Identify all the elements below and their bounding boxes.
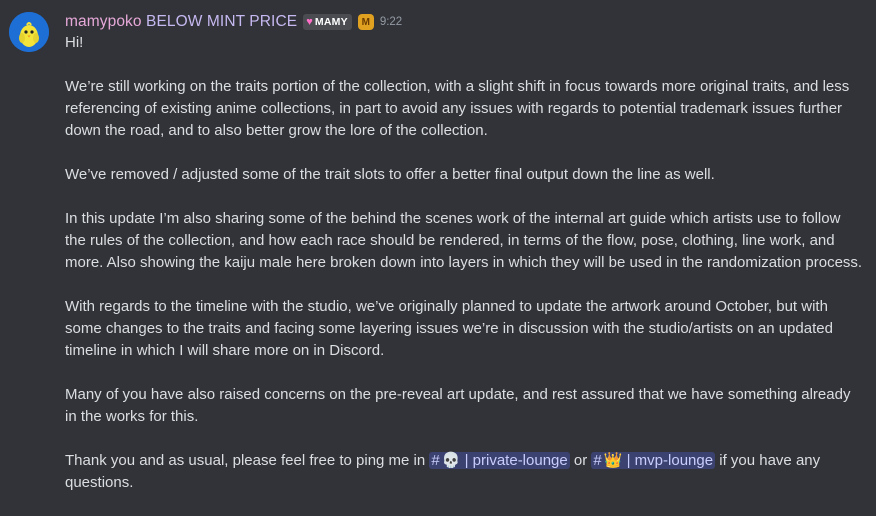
heart-icon: ♥ [306,16,313,28]
message-paragraph: With regards to the timeline with the st… [65,298,838,359]
message-paragraph: In this update I’m also sharing some of … [65,210,863,271]
message-closing: Thank you and as usual, please feel free… [65,450,865,494]
crown-emoji-icon: 👑 [603,452,623,469]
message-paragraph: We’ve removed / adjusted some of the tra… [65,166,715,183]
user-avatar[interactable] [9,12,49,52]
chat-message: mamypoko BELOW MINT PRICE ♥ MAMY M 9:22 … [0,0,876,516]
closing-text-before: Thank you and as usual, please feel free… [65,452,430,469]
channel-name: | private-lounge [460,452,568,469]
author-name-rest[interactable]: BELOW MINT PRICE [142,13,298,30]
message-header: mamypoko BELOW MINT PRICE ♥ MAMY M 9:22 [65,11,402,33]
role-tag[interactable]: ♥ MAMY [303,14,352,30]
author-username[interactable]: mamypoko BELOW MINT PRICE [65,13,297,31]
author-name-first[interactable]: mamypoko [65,13,142,30]
message-timestamp[interactable]: 9:22 [380,16,402,28]
message-content: Hi! We’re still working on the traits po… [65,32,865,516]
channel-hash-icon: # [431,452,440,469]
channel-name: | mvp-lounge [622,452,714,469]
yellow-chick-avatar-icon [9,12,49,52]
channel-hash-icon: # [593,452,602,469]
closing-text-between: or [569,452,592,469]
message-paragraph: We’re still working on the traits portio… [65,78,854,139]
message-greeting: Hi! [65,34,84,51]
role-tag-label: MAMY [314,16,348,28]
channel-mention-mvp-lounge[interactable]: # 👑 | mvp-lounge [591,452,716,469]
message-paragraph: Many of you have also raised concerns on… [65,386,855,425]
guild-badge-icon[interactable]: M [357,14,374,30]
channel-mention-private-lounge[interactable]: # 💀 | private-lounge [429,452,570,469]
skull-emoji-icon: 💀 [441,452,461,469]
